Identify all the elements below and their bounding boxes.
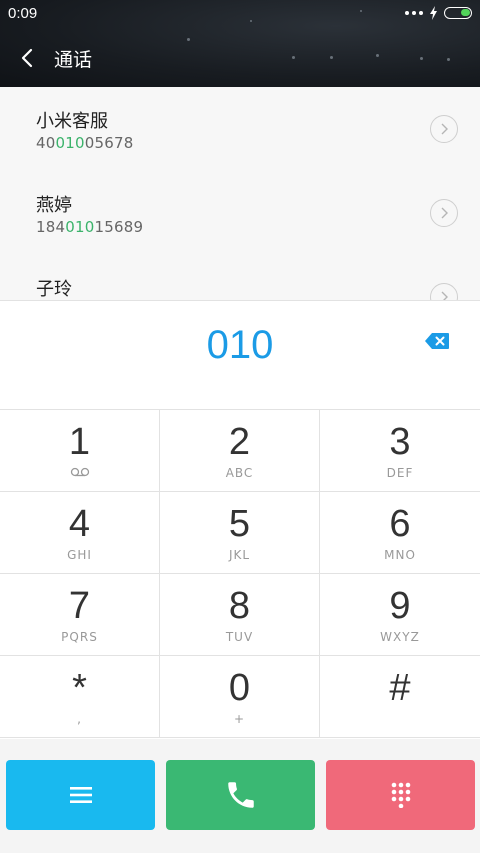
contact-number: 4001005678	[36, 134, 134, 152]
chevron-left-icon	[21, 48, 33, 68]
contact-item[interactable]: 子玲	[0, 255, 480, 300]
contact-name: 燕婷	[36, 195, 72, 216]
header: 0:09 通话	[0, 0, 480, 87]
key-7[interactable]: 7 PQRS	[0, 574, 160, 656]
call-button[interactable]	[166, 760, 315, 830]
key-6[interactable]: 6 MNO	[320, 492, 480, 574]
status-bar: 0:09	[0, 0, 480, 28]
contact-item[interactable]: 燕婷 18401015689	[0, 171, 480, 255]
key-hash[interactable]: #	[320, 656, 480, 738]
status-time: 0:09	[8, 5, 38, 22]
signal-dots-icon	[405, 11, 423, 15]
chevron-right-icon	[441, 207, 448, 219]
contact-number: 18401015689	[36, 218, 144, 236]
key-8[interactable]: 8 TUV	[160, 574, 320, 656]
action-bar	[0, 739, 480, 853]
chevron-right-icon	[441, 291, 448, 300]
contact-name: 子玲	[36, 279, 72, 300]
backspace-icon[interactable]	[424, 332, 450, 350]
contact-detail-button[interactable]	[430, 283, 458, 300]
chevron-right-icon	[441, 123, 448, 135]
key-0[interactable]: 0 +	[160, 656, 320, 738]
contact-item[interactable]: 小米客服 4001005678	[0, 87, 480, 171]
dialpad-icon	[391, 782, 410, 808]
battery-icon	[444, 7, 472, 19]
voicemail-icon	[70, 467, 89, 477]
page-title: 通话	[54, 48, 93, 71]
back-button[interactable]	[0, 38, 54, 78]
key-9[interactable]: 9 WXYZ	[320, 574, 480, 656]
key-3[interactable]: 3 DEF	[320, 410, 480, 492]
key-1[interactable]: 1	[0, 410, 160, 492]
key-2[interactable]: 2 ABC	[160, 410, 320, 492]
suggestion-list[interactable]: 小米客服 4001005678 燕婷 18401015689 子玲	[0, 87, 480, 300]
charging-icon	[430, 6, 437, 20]
dialed-number: 010	[206, 323, 274, 367]
key-star[interactable]: * ,	[0, 656, 160, 738]
key-5[interactable]: 5 JKL	[160, 492, 320, 574]
contact-detail-button[interactable]	[430, 199, 458, 227]
menu-button[interactable]	[6, 760, 155, 830]
dialpad-toggle-button[interactable]	[326, 760, 475, 830]
dialed-number-display: 010	[0, 300, 480, 410]
phone-icon	[227, 782, 254, 808]
key-4[interactable]: 4 GHI	[0, 492, 160, 574]
contact-name: 小米客服	[36, 111, 108, 132]
contact-detail-button[interactable]	[430, 115, 458, 143]
keypad: 1 2 ABC 3 DEF 4 GHI 5 JKL 6 MNO 7 PQRS 8…	[0, 409, 480, 740]
menu-icon	[69, 787, 92, 803]
